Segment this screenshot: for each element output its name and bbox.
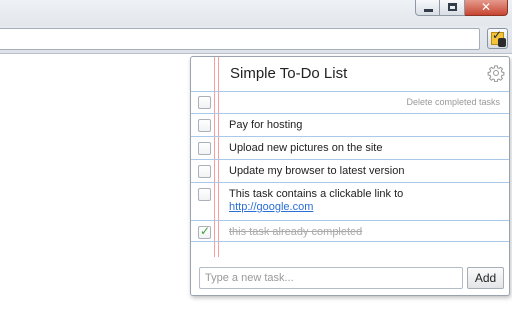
task-checkbox[interactable] (198, 188, 211, 201)
maximize-button[interactable] (440, 0, 465, 16)
task-text-completed[interactable]: this task already completed (229, 226, 501, 239)
task-checkbox[interactable] (198, 119, 211, 132)
task-checkbox[interactable] (198, 142, 211, 155)
minimize-button[interactable] (415, 0, 440, 16)
browser-toolbar: ✓ (0, 26, 512, 54)
delete-completed-link[interactable]: Delete completed tasks (406, 97, 500, 107)
browser-titlebar: ✕ (0, 0, 512, 26)
task-row: Upload new pictures on the site (191, 136, 509, 159)
maximize-icon (448, 3, 457, 11)
task-checkbox-checked[interactable]: ✓ (198, 224, 211, 239)
popup-header: Simple To-Do List (191, 57, 509, 91)
task-checkbox[interactable] (198, 165, 211, 178)
select-all-row: Delete completed tasks (191, 91, 509, 113)
task-text-prefix: This task contains a clickable link to (229, 188, 404, 200)
add-task-button[interactable]: Add (467, 267, 504, 289)
checkmark-icon: ✓ (200, 224, 211, 238)
task-row: This task contains a clickable link to h… (191, 182, 509, 220)
task-row: Pay for hosting (191, 113, 509, 136)
task-row: Update my browser to latest version (191, 159, 509, 182)
popup-title: Simple To-Do List (230, 65, 348, 82)
task-link[interactable]: http://google.com (229, 201, 313, 213)
minimize-icon (424, 9, 433, 12)
new-task-area: Add (191, 257, 509, 295)
window-controls: ✕ (415, 0, 508, 16)
close-window-button[interactable]: ✕ (465, 0, 508, 16)
new-task-input[interactable] (199, 267, 463, 289)
task-text[interactable]: Update my browser to latest version (229, 165, 501, 178)
address-bar[interactable] (0, 28, 480, 50)
todo-popup: Simple To-Do List Delete completed tasks… (190, 56, 510, 296)
select-all-checkbox[interactable] (198, 96, 211, 109)
task-text[interactable]: Upload new pictures on the site (229, 142, 501, 155)
todo-extension-button[interactable]: ✓ (487, 28, 508, 49)
close-icon: ✕ (480, 0, 492, 14)
task-text[interactable]: Pay for hosting (229, 119, 501, 132)
task-row: ✓ this task already completed (191, 220, 509, 242)
gear-icon[interactable] (487, 64, 505, 82)
task-text[interactable]: This task contains a clickable link to h… (229, 188, 501, 214)
lock-badge-icon (498, 38, 506, 47)
